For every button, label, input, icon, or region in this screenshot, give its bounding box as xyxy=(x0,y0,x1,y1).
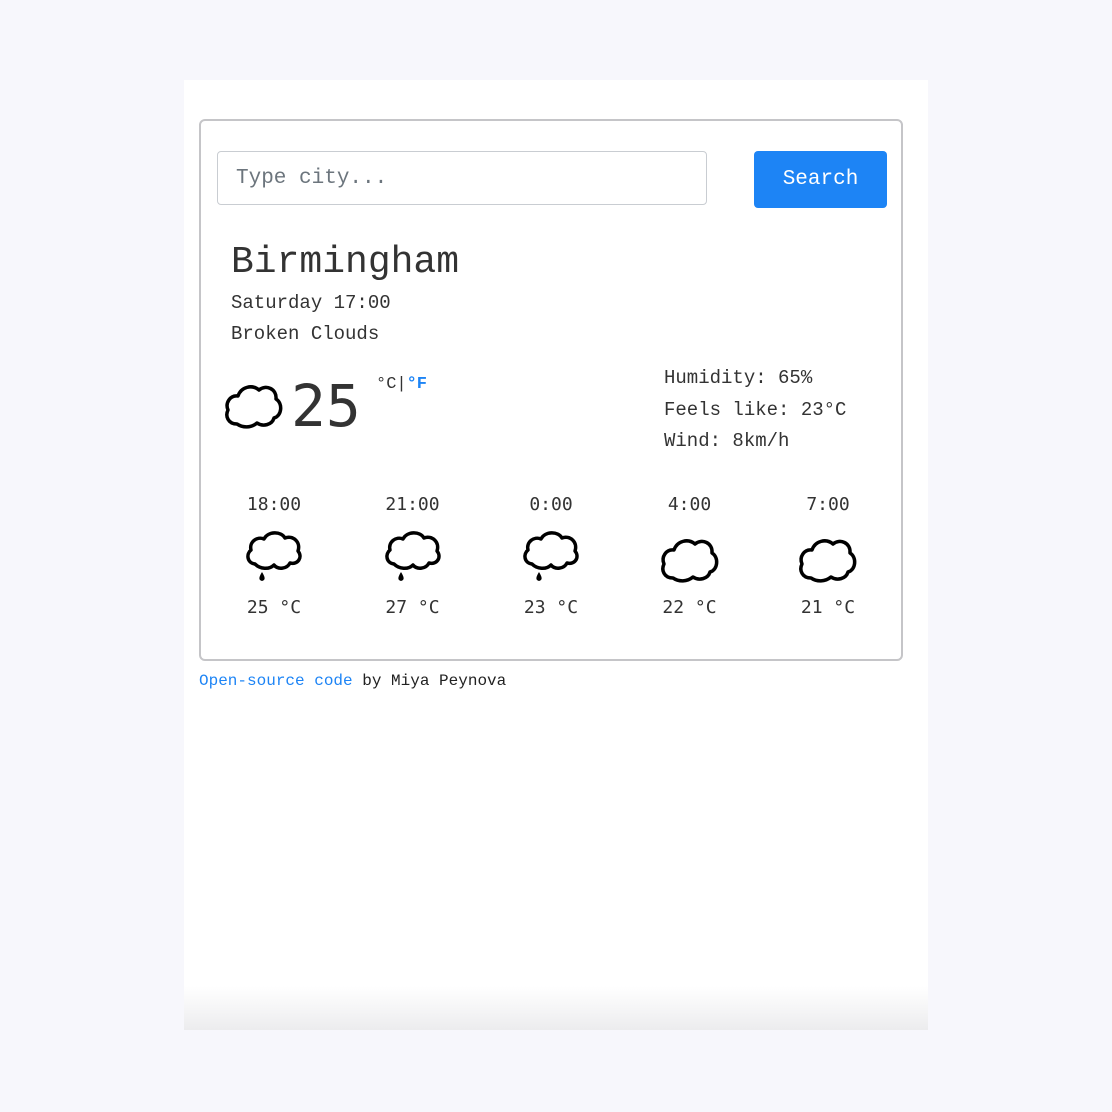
cloud-icon xyxy=(799,539,857,583)
forecast-temp: 25 °C xyxy=(246,597,302,618)
feels-like: Feels like: 23°C xyxy=(664,398,847,421)
city-name: Birmingham xyxy=(231,241,460,284)
app-page: Search Birmingham Saturday 17:00 Broken … xyxy=(184,80,928,1030)
search-button[interactable]: Search xyxy=(754,151,887,208)
forecast-item: 4:00 22 °C xyxy=(637,493,743,620)
humidity: Humidity: 65% xyxy=(664,367,813,389)
forecast-item: 0:00 23 °C xyxy=(498,493,604,620)
forecast-temp: 23 °C xyxy=(523,597,579,618)
city-search-input[interactable] xyxy=(217,151,707,205)
cloud-rain-icon xyxy=(246,531,302,581)
cloud-icon xyxy=(225,385,283,429)
forecast-item: 7:00 21 °C xyxy=(775,493,881,620)
source-code-link[interactable]: Open-source code xyxy=(199,672,353,690)
forecast-time: 18:00 xyxy=(246,494,302,515)
wind: Wind: 8km/h xyxy=(664,430,790,452)
forecast-time: 21:00 xyxy=(385,494,440,515)
weather-description: Broken Clouds xyxy=(231,323,380,345)
cloud-rain-icon xyxy=(384,531,441,581)
forecast-temp: 21 °C xyxy=(800,597,856,618)
forecast-list: 18:00 25 °C 21:00 27 °C 0:00 23 °C 4:00 … xyxy=(221,493,881,620)
forecast-time: 0:00 xyxy=(529,494,573,515)
forecast-time: 7:00 xyxy=(806,494,850,515)
forecast-item: 21:00 27 °C xyxy=(360,493,466,620)
unit-separator: | xyxy=(396,375,407,394)
forecast-temp: 27 °C xyxy=(385,597,440,618)
footer: Open-source code by Miya Peynova xyxy=(199,670,506,692)
celsius-unit: °C xyxy=(376,375,397,394)
forecast-time: 4:00 xyxy=(667,494,712,515)
current-datetime: Saturday 17:00 xyxy=(231,292,391,314)
cloud-icon xyxy=(660,539,718,583)
weather-card: Search Birmingham Saturday 17:00 Broken … xyxy=(199,119,903,661)
weather-details: Humidity: 65% Feels like: 23°C Wind: 8km… xyxy=(664,363,846,458)
bottom-fade xyxy=(184,986,928,1030)
fahrenheit-link[interactable]: °F xyxy=(407,375,427,394)
current-temperature: 25 xyxy=(291,372,361,440)
unit-toggle: °C|°F xyxy=(376,373,427,397)
cloud-rain-icon xyxy=(523,531,579,581)
forecast-temp: 22 °C xyxy=(662,597,717,618)
footer-author: by Miya Peynova xyxy=(352,672,507,690)
forecast-item: 18:00 25 °C xyxy=(221,493,327,620)
